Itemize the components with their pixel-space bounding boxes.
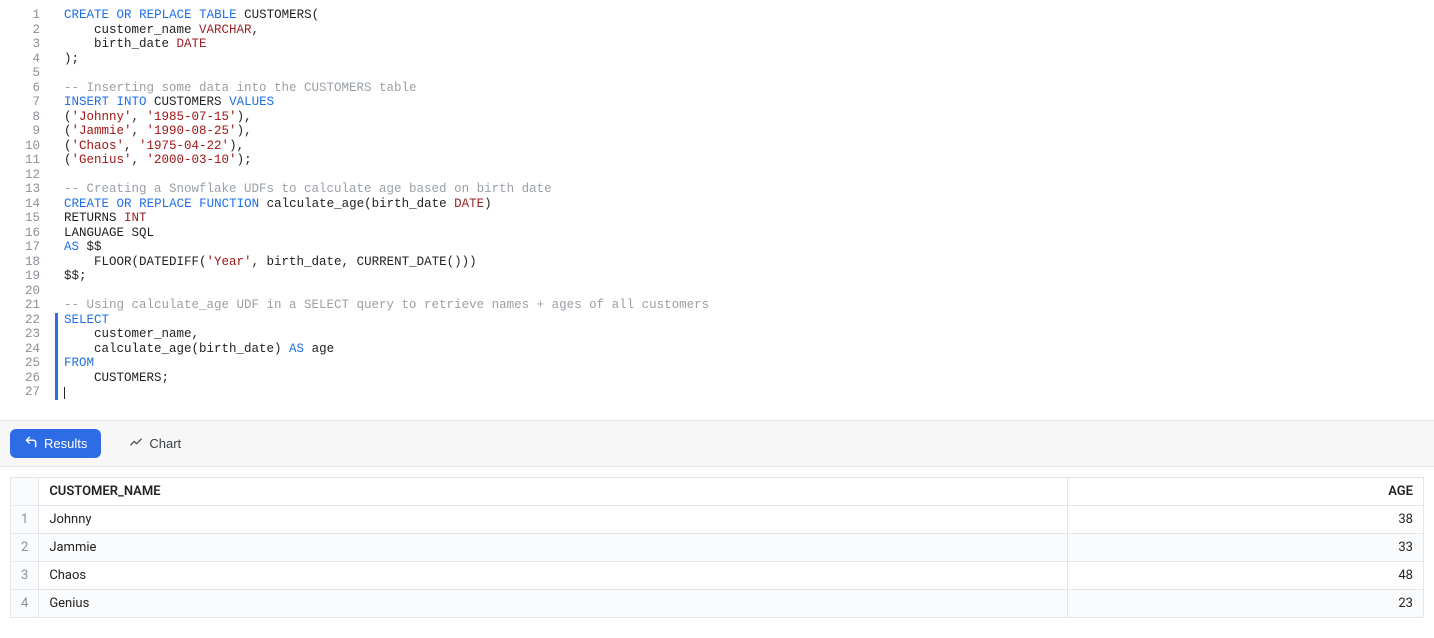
table-row[interactable]: 2 Jammie 33 <box>11 533 1424 561</box>
column-header-age[interactable]: AGE <box>1067 477 1423 505</box>
code-line: FROM <box>55 356 1434 371</box>
code-line: CREATE OR REPLACE TABLE CUSTOMERS( <box>64 8 1434 23</box>
cell-customer-name: Chaos <box>39 561 1068 589</box>
code-line: RETURNS INT <box>64 211 1434 226</box>
table-row[interactable]: 4 Genius 23 <box>11 589 1424 617</box>
code-line: -- Creating a Snowflake UDFs to calculat… <box>64 182 1434 197</box>
cell-customer-name: Johnny <box>39 505 1068 533</box>
code-line <box>64 168 1434 183</box>
cell-customer-name: Jammie <box>39 533 1068 561</box>
table-row[interactable]: 3 Chaos 48 <box>11 561 1424 589</box>
column-header-customer-name[interactable]: CUSTOMER_NAME <box>39 477 1068 505</box>
code-line: birth_date DATE <box>64 37 1434 52</box>
code-area[interactable]: CREATE OR REPLACE TABLE CUSTOMERS( custo… <box>55 8 1434 400</box>
cell-age: 23 <box>1067 589 1423 617</box>
code-line <box>64 66 1434 81</box>
code-line: ('Johnny', '1985-07-15'), <box>64 110 1434 125</box>
chart-tab-label: Chart <box>149 436 181 451</box>
code-line: customer_name VARCHAR, <box>64 23 1434 38</box>
code-line <box>55 385 1434 400</box>
results-tab[interactable]: Results <box>10 429 101 458</box>
code-line: -- Using calculate_age UDF in a SELECT q… <box>64 298 1434 313</box>
code-line: ('Jammie', '1990-08-25'), <box>64 124 1434 139</box>
chart-icon <box>129 435 143 452</box>
code-line: INSERT INTO CUSTOMERS VALUES <box>64 95 1434 110</box>
table-row[interactable]: 1 Johnny 38 <box>11 505 1424 533</box>
code-line <box>64 284 1434 299</box>
code-line: AS $$ <box>64 240 1434 255</box>
code-line: LANGUAGE SQL <box>64 226 1434 241</box>
code-line: calculate_age(birth_date) AS age <box>55 342 1434 357</box>
code-line: -- Inserting some data into the CUSTOMER… <box>64 81 1434 96</box>
chart-tab[interactable]: Chart <box>115 429 195 458</box>
code-line: customer_name, <box>55 327 1434 342</box>
cell-age: 33 <box>1067 533 1423 561</box>
results-table[interactable]: CUSTOMER_NAME AGE 1 Johnny 38 2 Jammie 3… <box>10 477 1424 618</box>
results-tab-label: Results <box>44 436 87 451</box>
cell-customer-name: Genius <box>39 589 1068 617</box>
code-line: ('Genius', '2000-03-10'); <box>64 153 1434 168</box>
code-line: CUSTOMERS; <box>55 371 1434 386</box>
code-line: FLOOR(DATEDIFF('Year', birth_date, CURRE… <box>64 255 1434 270</box>
text-cursor <box>64 387 65 399</box>
row-number-header <box>11 477 39 505</box>
line-number-gutter: 1234567891011121314151617181920212223242… <box>0 8 55 400</box>
row-number: 2 <box>11 533 39 561</box>
row-number: 4 <box>11 589 39 617</box>
code-line: $$; <box>64 269 1434 284</box>
row-number: 1 <box>11 505 39 533</box>
cell-age: 38 <box>1067 505 1423 533</box>
code-line: ('Chaos', '1975-04-22'), <box>64 139 1434 154</box>
row-number: 3 <box>11 561 39 589</box>
code-line: ); <box>64 52 1434 67</box>
results-tabbar: Results Chart <box>0 420 1434 467</box>
sql-editor[interactable]: 1234567891011121314151617181920212223242… <box>0 0 1434 420</box>
results-panel: CUSTOMER_NAME AGE 1 Johnny 38 2 Jammie 3… <box>0 467 1434 638</box>
return-icon <box>24 435 38 452</box>
code-line: SELECT <box>55 313 1434 328</box>
code-line: CREATE OR REPLACE FUNCTION calculate_age… <box>64 197 1434 212</box>
cell-age: 48 <box>1067 561 1423 589</box>
